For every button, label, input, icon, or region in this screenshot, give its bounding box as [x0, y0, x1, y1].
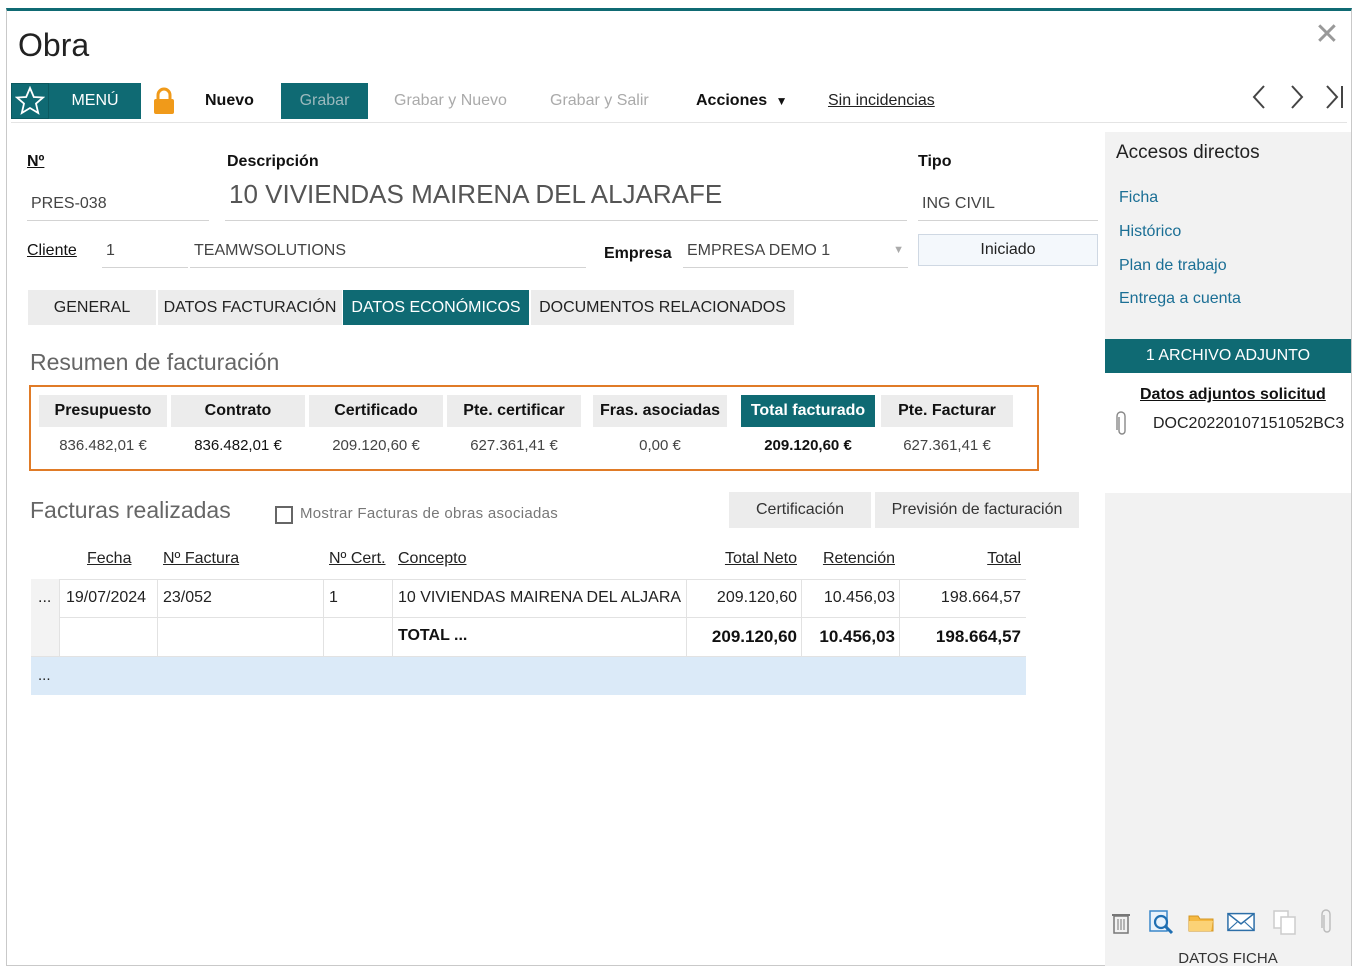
col-header-fecha[interactable]: Fecha: [87, 550, 131, 568]
descripcion-field[interactable]: 10 VIVIENDAS MAIRENA DEL ALJARAFE: [225, 179, 907, 221]
mostrar-facturas-label: Mostrar Facturas de obras asociadas: [300, 505, 559, 522]
col-header-total[interactable]: Total: [987, 550, 1021, 568]
acciones-dropdown[interactable]: Acciones ▼: [696, 83, 787, 119]
adjuntos-bar: 1 ARCHIVO ADJUNTO: [1105, 339, 1351, 373]
facturas-title: Facturas realizadas: [30, 497, 231, 523]
accesos-directos-title: Accesos directos: [1116, 142, 1260, 163]
cliente-code-field[interactable]: 1: [102, 242, 188, 268]
tab-general[interactable]: GENERAL: [28, 290, 156, 325]
resumen-header-pte-certificar: Pte. certificar: [447, 395, 581, 427]
incidencias-link[interactable]: Sin incidencias: [828, 83, 935, 119]
toolbar: MENÚ Nuevo Grabar Grabar y Nuevo Grabar …: [11, 83, 1347, 123]
resumen-value-pte-facturar: 627.361,41 €: [903, 437, 991, 454]
prevision-facturacion-button[interactable]: Previsión de facturación: [875, 492, 1079, 528]
chevron-last-icon[interactable]: [1323, 83, 1347, 119]
totals-neto: 209.120,60: [711, 627, 797, 646]
resumen-value-total-facturado: 209.120,60 €: [764, 437, 852, 454]
tipo-label: Tipo: [918, 153, 952, 170]
certificacion-button[interactable]: Certificación: [729, 492, 871, 528]
acciones-label: Acciones: [696, 92, 768, 109]
copy-icon[interactable]: [1271, 908, 1299, 936]
resumen-value-contrato: 836.482,01 €: [194, 437, 282, 454]
folder-icon[interactable]: [1187, 908, 1215, 936]
resumen-title: Resumen de facturación: [30, 349, 280, 375]
resumen-header-pte-facturar: Pte. Facturar: [881, 395, 1013, 427]
resumen-box: Presupuesto Contrato Certificado Pte. ce…: [29, 385, 1039, 471]
chevron-left-icon[interactable]: [1247, 83, 1271, 119]
obra-window: Obra ✕ MENÚ Nuevo Grabar Grabar y Nuevo …: [6, 8, 1352, 967]
datos-ficha-label: DATOS FICHA: [1178, 950, 1278, 967]
close-icon[interactable]: ✕: [1313, 20, 1341, 50]
lock-icon[interactable]: [147, 83, 181, 119]
chevron-right-icon[interactable]: [1285, 83, 1309, 119]
nuevo-button[interactable]: Nuevo: [205, 83, 254, 119]
resumen-header-total-facturado: Total facturado: [741, 395, 875, 427]
adjuntos-area: Datos adjuntos solicitud DOC202201071510…: [1105, 373, 1351, 493]
sidebar-link-entrega-a-cuenta[interactable]: Entrega a cuenta: [1119, 290, 1241, 308]
numero-label: Nº: [27, 153, 45, 170]
grid-line: [31, 579, 1026, 580]
resumen-value-fras-asociadas: 0,00 €: [639, 437, 681, 454]
empresa-select[interactable]: EMPRESA DEMO 1 ▼: [683, 242, 908, 268]
menu-button[interactable]: MENÚ: [49, 83, 141, 119]
resumen-value-certificado: 209.120,60 €: [332, 437, 420, 454]
cell-concepto: 10 VIVIENDAS MAIRENA DEL ALJARA: [398, 589, 682, 606]
mostrar-facturas-checkbox[interactable]: [275, 506, 293, 524]
cell-n-cert: 1: [329, 589, 338, 606]
cell-retencion: 10.456,03: [823, 589, 895, 606]
sidebar: Accesos directos Ficha Histórico Plan de…: [1105, 132, 1351, 967]
cell-fecha: 19/07/2024: [66, 589, 147, 606]
empresa-label: Empresa: [604, 245, 672, 262]
window-title: Obra: [18, 27, 90, 63]
adjunto-file[interactable]: DOC20220107151052BC3: [1153, 415, 1344, 433]
totals-total: 198.664,57: [935, 627, 1021, 646]
cell-n-factura: 23/052: [163, 589, 212, 606]
tab-datos-economicos[interactable]: DATOS ECONÓMICOS: [343, 290, 529, 325]
empresa-value: EMPRESA DEMO 1: [687, 242, 831, 259]
col-header-n-factura[interactable]: Nº Factura: [163, 550, 239, 568]
resumen-header-presupuesto: Presupuesto: [39, 395, 167, 427]
paperclip-icon[interactable]: [1313, 908, 1341, 936]
col-header-concepto[interactable]: Concepto: [398, 550, 467, 568]
search-document-icon[interactable]: [1147, 908, 1175, 936]
grabar-button[interactable]: Grabar: [281, 83, 368, 119]
tab-documentos-relacionados[interactable]: DOCUMENTOS RELACIONADOS: [531, 290, 794, 325]
resumen-header-contrato: Contrato: [171, 395, 305, 427]
totals-retencion: 10.456,03: [819, 627, 895, 646]
paperclip-icon: [1115, 411, 1129, 442]
sidebar-link-ficha[interactable]: Ficha: [1119, 189, 1158, 207]
sidebar-link-historico[interactable]: Histórico: [1119, 223, 1181, 241]
caret-down-icon: ▼: [893, 244, 904, 256]
grabar-y-nuevo-button[interactable]: Grabar y Nuevo: [394, 83, 507, 119]
tab-datos-facturacion[interactable]: DATOS FACTURACIÓN: [158, 290, 342, 325]
new-row-marker[interactable]: ...: [38, 667, 51, 684]
resumen-value-pte-certificar: 627.361,41 €: [470, 437, 558, 454]
grabar-y-salir-button[interactable]: Grabar y Salir: [550, 83, 649, 119]
resumen-header-certificado: Certificado: [309, 395, 443, 427]
descripcion-label: Descripción: [227, 153, 319, 170]
cliente-name-field[interactable]: TEAMWSOLUTIONS: [190, 242, 586, 268]
totals-label: TOTAL ...: [398, 627, 468, 644]
trash-icon[interactable]: [1107, 908, 1135, 936]
cliente-link[interactable]: Cliente: [27, 242, 77, 260]
caret-down-icon: ▼: [775, 94, 788, 108]
resumen-header-fras-asociadas: Fras. asociadas: [593, 395, 727, 427]
col-header-n-cert[interactable]: Nº Cert.: [329, 550, 386, 568]
estado-badge: Iniciado: [918, 234, 1098, 266]
new-row[interactable]: ...: [31, 657, 1026, 695]
cell-total-neto: 209.120,60: [716, 589, 797, 606]
numero-field[interactable]: PRES-038: [27, 195, 209, 221]
grid-line: [31, 617, 1026, 618]
sidebar-link-plan-de-trabajo[interactable]: Plan de trabajo: [1119, 257, 1227, 275]
resumen-value-presupuesto: 836.482,01 €: [59, 437, 147, 454]
tipo-field[interactable]: ING CIVIL: [918, 195, 1098, 221]
row-marker[interactable]: ...: [38, 589, 51, 607]
cell-total: 198.664,57: [940, 589, 1021, 606]
adjuntos-title[interactable]: Datos adjuntos solicitud: [1140, 386, 1326, 404]
col-header-retencion[interactable]: Retención: [823, 550, 895, 568]
mail-icon[interactable]: [1227, 908, 1255, 936]
favorite-star-icon[interactable]: [11, 83, 49, 119]
col-header-total-neto[interactable]: Total Neto: [725, 550, 797, 568]
